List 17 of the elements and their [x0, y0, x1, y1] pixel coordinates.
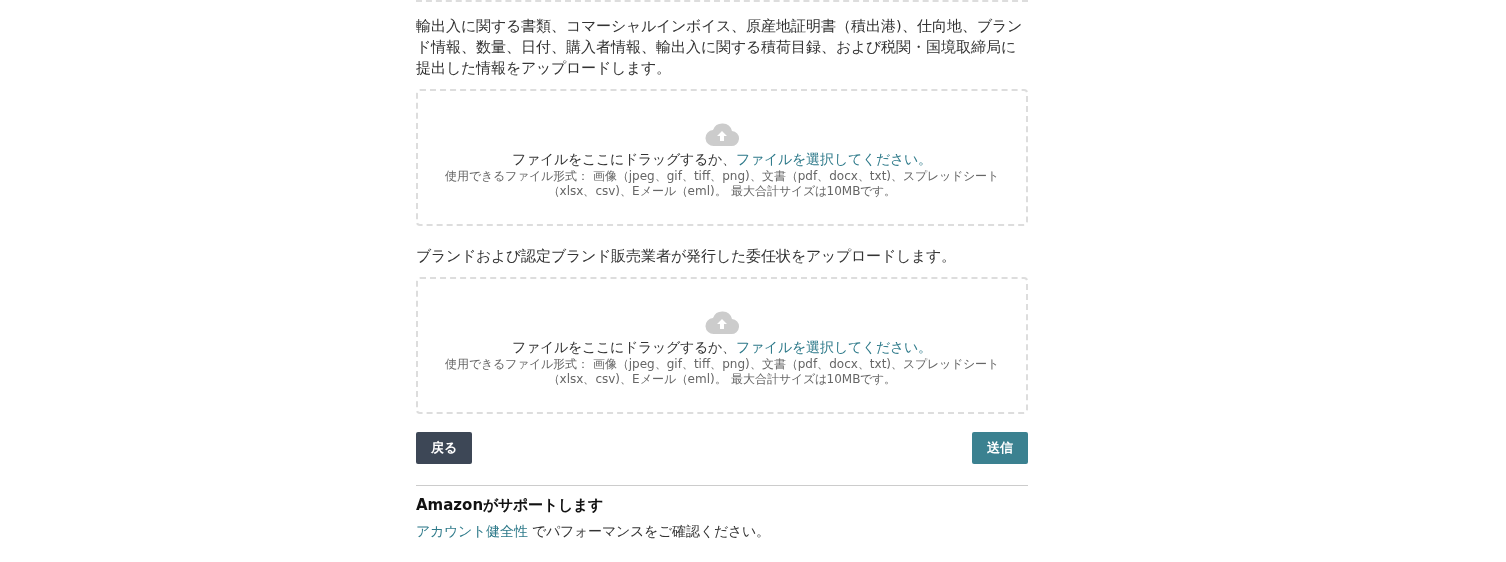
upload-instructions: 輸出入に関する書類、コマーシャルインボイス、原産地証明書（積出港)、仕向地、ブランド情報、数量、日付、購入者情報、輸出入に関する積荷目録、および税関・国境取締局に提出した情報をアップロードします。: [416, 17, 1023, 78]
submit-button[interactable]: 送信: [972, 432, 1028, 464]
upload-cloud-icon: [705, 122, 739, 147]
account-health-link[interactable]: アカウント健全性: [416, 523, 528, 539]
file-drop-zone[interactable]: ファイルをここにドラッグするか、ファイルを選択してください。 使用できるファイル形式： 画像（jpeg、gif、tiff、png)、文書（pdf、docx、txt)、スプレッドシート（xlsx、csv)、Eメール（eml)。 最大合計サイズは10MBです。: [416, 89, 1028, 226]
support-title: Amazonがサポートします: [416, 496, 605, 515]
allowed-formats: 使用できるファイル形式： 画像（jpeg、gif、tiff、png)、文書（pdf、docx、txt)、スプレッドシート（xlsx、csv)、Eメール（eml)。 最大合計サイズは10MBです。: [443, 168, 1001, 199]
upload-cloud-icon: [705, 310, 739, 335]
file-drop-zone[interactable]: ファイルをここにドラッグするか、ファイルを選択してください。 使用できるファイル形式： 画像（jpeg、gif、tiff、png)、文書（pdf、docx、txt)、スプレッドシート（xlsx、csv)、Eメール（eml)。 最大合計サイズは10MBです。: [416, 277, 1028, 414]
drop-prompt: ファイルをここにドラッグするか、ファイルを選択してください。: [512, 149, 932, 169]
support-text: アカウント健全性 でパフォーマンスをご確認ください。: [416, 523, 772, 541]
upload-instructions: ブランドおよび認定ブランド販売業者が発行した委任状をアップロードします。: [416, 247, 957, 266]
select-file-link[interactable]: ファイルを選択してください。: [736, 338, 932, 355]
select-file-link[interactable]: ファイルを選択してください。: [736, 150, 932, 167]
back-button[interactable]: 戻る: [416, 432, 472, 464]
allowed-formats: 使用できるファイル形式： 画像（jpeg、gif、tiff、png)、文書（pdf、docx、txt)、スプレッドシート（xlsx、csv)、Eメール（eml)。 最大合計サイズは10MBです。: [443, 356, 1001, 387]
drop-prompt: ファイルをここにドラッグするか、ファイルを選択してください。: [512, 337, 932, 357]
